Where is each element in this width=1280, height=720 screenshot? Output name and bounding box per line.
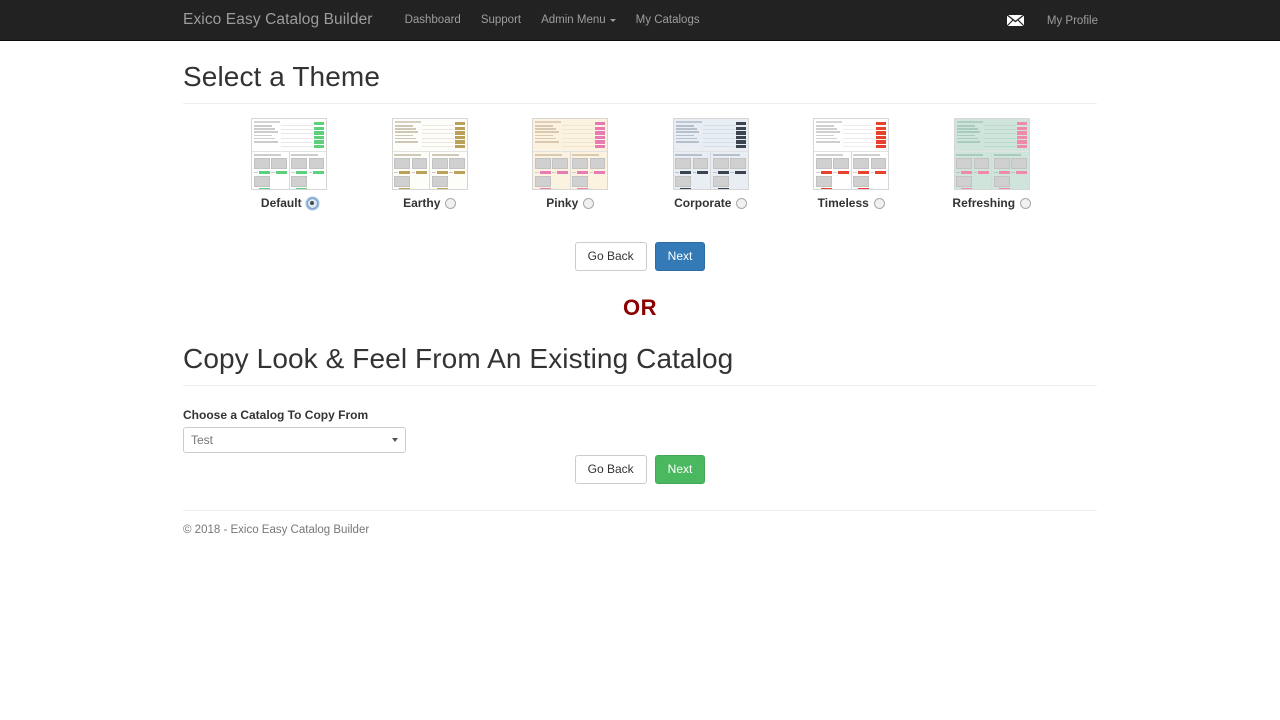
theme-grid: Default Earthy Pinky Corporate Timeless Refre… — [183, 118, 1097, 210]
theme-label: Corporate — [674, 196, 731, 210]
top-navbar: Exico Easy Catalog Builder Dashboard Sup… — [0, 0, 1280, 41]
catalog-select-group: Choose a Catalog To Copy From Test — [183, 408, 1097, 453]
theme-option-earthy[interactable]: Earthy — [360, 118, 501, 210]
theme-radio-refreshing[interactable] — [1020, 198, 1031, 209]
envelope-icon[interactable] — [1006, 14, 1025, 27]
theme-radio-pinky[interactable] — [583, 198, 594, 209]
theme-label: Default — [261, 196, 302, 210]
theme-label-row: Pinky — [546, 196, 594, 210]
copy-go-back-button[interactable]: Go Back — [575, 455, 647, 484]
nav-links: Dashboard Support Admin Menu My Catalogs — [395, 14, 710, 26]
nav-item-dashboard[interactable]: Dashboard — [395, 14, 471, 26]
theme-next-button[interactable]: Next — [655, 242, 706, 271]
theme-label: Refreshing — [952, 196, 1015, 210]
theme-thumbnail-earthy[interactable] — [392, 118, 468, 190]
copy-section-title: Copy Look & Feel From An Existing Catalo… — [183, 343, 1097, 375]
nav-item-my-catalogs[interactable]: My Catalogs — [626, 14, 710, 26]
theme-label-row: Timeless — [818, 196, 885, 210]
theme-thumbnail-corporate[interactable] — [673, 118, 749, 190]
chevron-down-icon — [392, 438, 398, 442]
catalog-select-value: Test — [191, 433, 213, 447]
theme-thumbnail-timeless[interactable] — [813, 118, 889, 190]
footer-divider — [183, 510, 1097, 511]
theme-radio-default[interactable] — [307, 198, 318, 209]
title-divider — [183, 103, 1097, 104]
theme-button-row: Go Back Next — [183, 242, 1097, 271]
chevron-down-icon — [610, 19, 616, 22]
theme-option-timeless[interactable]: Timeless — [781, 118, 922, 210]
theme-label: Timeless — [818, 196, 869, 210]
copy-next-button[interactable]: Next — [655, 455, 706, 484]
theme-radio-earthy[interactable] — [445, 198, 456, 209]
nav-item-admin-menu-label: Admin Menu — [541, 14, 606, 26]
brand-link[interactable]: Exico Easy Catalog Builder — [183, 11, 373, 29]
theme-label-row: Refreshing — [952, 196, 1031, 210]
theme-radio-corporate[interactable] — [736, 198, 747, 209]
theme-option-corporate[interactable]: Corporate — [641, 118, 782, 210]
theme-label-row: Default — [261, 196, 318, 210]
theme-label: Pinky — [546, 196, 578, 210]
theme-label: Earthy — [403, 196, 440, 210]
nav-item-admin-menu[interactable]: Admin Menu — [531, 14, 626, 26]
theme-label-row: Corporate — [674, 196, 747, 210]
copy-section-divider — [183, 385, 1097, 386]
catalog-select[interactable]: Test — [183, 427, 406, 453]
nav-item-support[interactable]: Support — [471, 14, 531, 26]
theme-thumbnail-pinky[interactable] — [532, 118, 608, 190]
nav-item-my-profile[interactable]: My Profile — [1037, 15, 1108, 27]
theme-option-pinky[interactable]: Pinky — [500, 118, 641, 210]
page-container: Select a Theme Default Earthy Pinky Corpora… — [183, 41, 1097, 536]
theme-thumbnail-refreshing[interactable] — [954, 118, 1030, 190]
page-title: Select a Theme — [183, 61, 1097, 93]
theme-thumbnail-default[interactable] — [251, 118, 327, 190]
or-divider: OR — [183, 295, 1097, 321]
footer-text: © 2018 - Exico Easy Catalog Builder — [183, 524, 1097, 536]
theme-radio-timeless[interactable] — [874, 198, 885, 209]
theme-option-refreshing[interactable]: Refreshing — [922, 118, 1063, 210]
or-text: OR — [623, 295, 657, 320]
theme-label-row: Earthy — [403, 196, 456, 210]
copy-button-row: Go Back Next — [183, 455, 1097, 484]
catalog-select-label: Choose a Catalog To Copy From — [183, 408, 1097, 422]
theme-go-back-button[interactable]: Go Back — [575, 242, 647, 271]
theme-option-default[interactable]: Default — [219, 118, 360, 210]
